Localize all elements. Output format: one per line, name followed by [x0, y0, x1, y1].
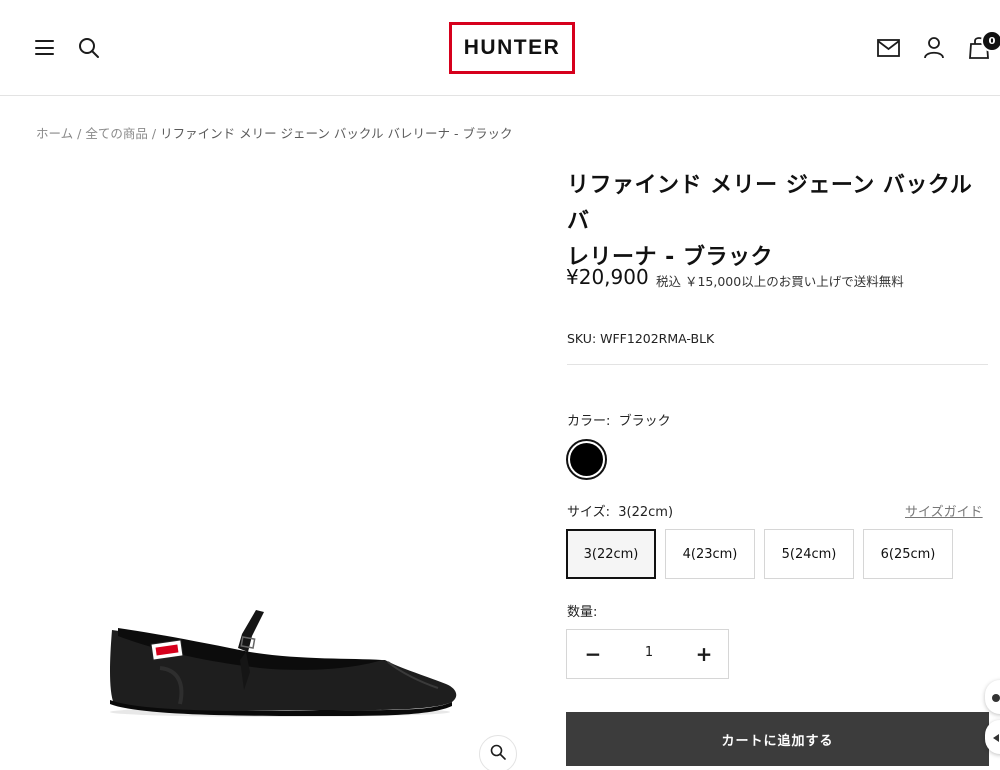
breadcrumb-separator: / — [151, 126, 157, 141]
product-title: リファインド メリー ジェーン バックル バ レリーナ - ブラック — [567, 168, 992, 276]
mail-icon[interactable] — [877, 38, 900, 58]
tax-shipping-note: 税込 ￥15,000以上のお買い上げで送料無料 — [656, 274, 904, 289]
color-label: カラー: ブラック — [567, 410, 671, 429]
quantity-increase-button[interactable]: + — [694, 642, 714, 666]
logo-text: HUNTER — [463, 36, 561, 59]
divider — [567, 364, 988, 365]
side-widget-tab[interactable] — [985, 680, 1000, 714]
product-title-line1: リファインド メリー ジェーン バックル バ — [567, 173, 973, 234]
size-label-text: サイズ: — [567, 505, 610, 520]
color-swatch-black[interactable] — [566, 439, 607, 480]
color-swatch-dot — [570, 443, 603, 476]
size-guide-link[interactable]: サイズガイド — [905, 501, 983, 520]
color-value: ブラック — [618, 414, 671, 429]
size-label: サイズ: 3(22cm) — [567, 501, 673, 520]
zoom-icon — [490, 744, 506, 764]
color-label-text: カラー: — [567, 414, 611, 429]
breadcrumb-current: リファインド メリー ジェーン バックル バレリーナ - ブラック — [160, 126, 513, 141]
quantity-decrease-button[interactable]: − — [583, 642, 603, 666]
quantity-input[interactable]: 1 — [629, 645, 669, 660]
size-option-5[interactable]: 5(24cm) — [764, 529, 854, 579]
size-option-6[interactable]: 6(25cm) — [863, 529, 953, 579]
size-value: 3(22cm) — [618, 505, 674, 520]
search-icon[interactable] — [78, 37, 100, 59]
quantity-label: 数量: — [567, 605, 598, 620]
breadcrumb-home-link[interactable]: ホーム — [36, 126, 73, 141]
breadcrumb-all-products-link[interactable]: 全ての商品 — [85, 126, 148, 141]
breadcrumb-separator: / — [77, 126, 82, 141]
site-header: HUNTER 0 — [0, 0, 1000, 96]
breadcrumb: ホーム / 全ての商品 / リファインド メリー ジェーン バックル バレリーナ - ブ… — [36, 123, 512, 142]
quantity-stepper: − 1 + — [566, 629, 729, 679]
zoom-button[interactable] — [479, 735, 517, 770]
hamburger-menu-icon[interactable] — [35, 40, 54, 55]
product-price: ¥20,900 — [566, 265, 649, 289]
arrow-left-icon — [991, 728, 1000, 747]
hunter-logo[interactable]: HUNTER — [449, 22, 575, 74]
account-icon[interactable] — [923, 36, 945, 59]
product-sku: SKU: WFF1202RMA-BLK — [567, 331, 715, 346]
size-option-3[interactable]: 3(22cm) — [566, 529, 656, 579]
cart-count-badge: 0 — [981, 30, 1000, 52]
add-to-cart-button[interactable]: カートに追加する — [566, 712, 989, 766]
product-image[interactable] — [100, 600, 460, 720]
side-widget-icon — [991, 688, 1000, 707]
size-option-4[interactable]: 4(23cm) — [665, 529, 755, 579]
